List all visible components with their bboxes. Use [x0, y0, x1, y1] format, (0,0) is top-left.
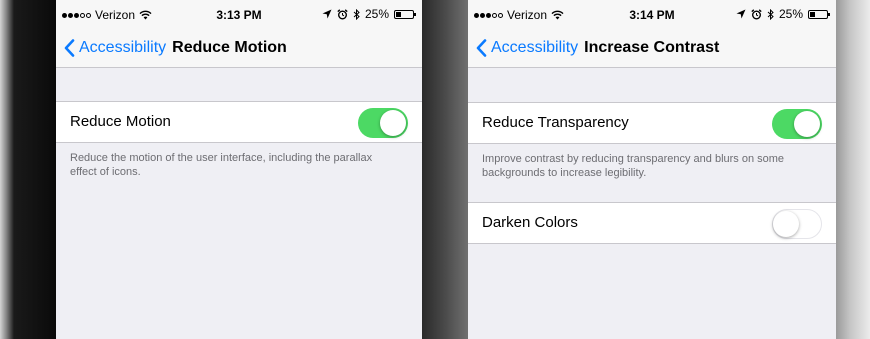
status-indicators: 25% — [322, 7, 416, 21]
status-bar: Verizon 3:14 PM 25% — [468, 0, 836, 28]
status-bar: Verizon 3:13 PM 25% — [56, 0, 422, 28]
background-divider — [422, 0, 468, 339]
status-indicators: 25% — [736, 7, 830, 21]
alarm-clock-icon — [751, 8, 762, 19]
reduce-motion-toggle[interactable] — [358, 108, 408, 138]
toggle-knob — [380, 110, 406, 136]
phone-screen-increase-contrast: Verizon 3:14 PM 25% Accessibility Increa… — [468, 0, 836, 339]
back-button[interactable]: Accessibility — [476, 39, 578, 57]
alarm-clock-icon — [337, 8, 348, 19]
row-label: Reduce Transparency — [482, 114, 629, 131]
background-left-edge — [0, 0, 56, 339]
phone-screen-reduce-motion: Verizon 3:13 PM 25% Accessibility Reduce… — [56, 0, 422, 339]
bluetooth-icon — [767, 8, 774, 20]
toggle-knob — [773, 210, 799, 237]
battery-icon — [394, 9, 416, 19]
location-arrow-icon — [322, 9, 332, 19]
reduce-transparency-toggle[interactable] — [772, 109, 822, 139]
back-button-label: Accessibility — [79, 38, 167, 56]
back-button-label: Accessibility — [491, 38, 579, 56]
settings-row-darken-colors: Darken Colors — [468, 202, 836, 244]
navigation-bar: Accessibility Reduce Motion — [56, 28, 422, 68]
toggle-knob — [794, 111, 820, 137]
row-label: Darken Colors — [482, 214, 578, 231]
section-footer-text: Reduce the motion of the user interface,… — [70, 152, 373, 178]
bluetooth-icon — [353, 8, 360, 20]
settings-row-reduce-transparency: Reduce Transparency — [468, 102, 836, 144]
background-right-edge — [836, 0, 870, 339]
battery-icon — [808, 9, 830, 19]
section-footer-text: Improve contrast by reducing transparenc… — [482, 153, 785, 179]
page-title: Increase Contrast — [584, 38, 720, 56]
settings-row-reduce-motion: Reduce Motion — [56, 101, 422, 143]
row-label: Reduce Motion — [70, 113, 171, 130]
battery-percent: 25% — [364, 7, 389, 21]
chevron-left-icon — [476, 38, 487, 57]
page-title: Reduce Motion — [172, 38, 287, 56]
chevron-left-icon — [64, 38, 75, 57]
navigation-bar: Accessibility Increase Contrast — [468, 28, 836, 68]
back-button[interactable]: Accessibility — [64, 39, 166, 57]
location-arrow-icon — [736, 9, 746, 19]
darken-colors-toggle[interactable] — [772, 209, 822, 239]
battery-percent: 25% — [778, 7, 803, 21]
